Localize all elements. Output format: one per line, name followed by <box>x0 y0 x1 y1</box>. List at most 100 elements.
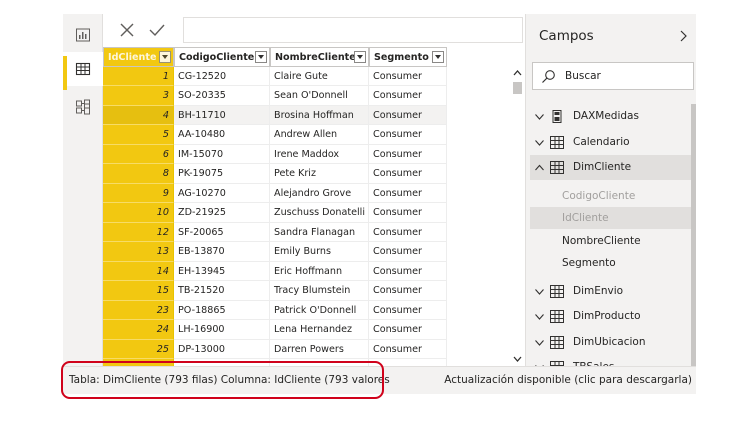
model-view-button[interactable] <box>63 90 103 124</box>
cell-nombrecliente[interactable]: Sean O'Donnell <box>270 86 369 106</box>
cell-segmento[interactable]: Consumer <box>369 320 447 340</box>
table-row[interactable]: 5 AA-10480 Andrew Allen Consumer <box>103 125 447 145</box>
column-header-idcliente[interactable]: IdCliente <box>103 47 174 67</box>
scroll-down-icon[interactable] <box>511 352 524 366</box>
chevron-down-icon[interactable] <box>534 311 545 322</box>
cell-nombrecliente[interactable]: Andrew Allen <box>270 125 369 145</box>
cell-nombrecliente[interactable]: Irene Maddox <box>270 144 369 164</box>
scroll-up-icon[interactable] <box>511 66 524 80</box>
field-item-segmento[interactable]: Segmento <box>530 252 693 274</box>
data-view-button[interactable] <box>63 52 103 90</box>
field-item-nombrecliente[interactable]: NombreCliente <box>530 230 693 252</box>
cell-idcliente[interactable]: 1 <box>103 66 174 86</box>
cell-idcliente[interactable]: 3 <box>103 86 174 106</box>
cell-segmento[interactable]: Consumer <box>369 86 447 106</box>
cell-segmento[interactable]: Consumer <box>369 339 447 359</box>
cell-segmento[interactable]: Consumer <box>369 144 447 164</box>
close-icon[interactable] <box>117 20 137 40</box>
cell-codigocliente[interactable]: AA-10480 <box>174 125 270 145</box>
report-view-button[interactable] <box>63 18 103 52</box>
cell-nombrecliente[interactable]: Claire Gute <box>270 66 369 86</box>
column-header-segmento[interactable]: Segmento <box>369 47 447 67</box>
cell-segmento[interactable]: Consumer <box>369 242 447 262</box>
cell-codigocliente[interactable]: IM-15070 <box>174 144 270 164</box>
chevron-down-icon[interactable] <box>534 111 545 122</box>
grid-scrollbar[interactable] <box>511 66 524 366</box>
cell-codigocliente[interactable]: CG-12520 <box>174 66 270 86</box>
cell-segmento[interactable]: Consumer <box>369 281 447 301</box>
cell-segmento[interactable]: Consumer <box>369 125 447 145</box>
cell-idcliente[interactable]: 23 <box>103 300 174 320</box>
cell-nombrecliente[interactable]: Darren Powers <box>270 339 369 359</box>
cell-idcliente[interactable]: 6 <box>103 144 174 164</box>
table-row[interactable]: 3 SO-20335 Sean O'Donnell Consumer <box>103 86 447 106</box>
field-item-codigocliente[interactable]: CodigoCliente <box>530 185 693 207</box>
table-row[interactable]: 6 IM-15070 Irene Maddox Consumer <box>103 144 447 164</box>
cell-nombrecliente[interactable]: Alejandro Grove <box>270 183 369 203</box>
cell-codigocliente[interactable]: ZD-21925 <box>174 203 270 223</box>
table-row[interactable]: 13 EB-13870 Emily Burns Consumer <box>103 242 447 262</box>
filter-dropdown-icon[interactable] <box>159 51 171 63</box>
table-row[interactable]: 23 PO-18865 Patrick O'Donnell Consumer <box>103 300 447 320</box>
cell-codigocliente[interactable]: DP-13000 <box>174 339 270 359</box>
cell-idcliente[interactable]: 8 <box>103 164 174 184</box>
cell-idcliente[interactable]: 5 <box>103 125 174 145</box>
cell-idcliente[interactable]: 14 <box>103 261 174 281</box>
cell-codigocliente[interactable]: TB-21520 <box>174 281 270 301</box>
cell-segmento[interactable]: Consumer <box>369 105 447 125</box>
cell-codigocliente[interactable]: SF-20065 <box>174 222 270 242</box>
column-header-codigocliente[interactable]: CodigoCliente <box>174 47 270 67</box>
table-row[interactable]: 12 SF-20065 Sandra Flanagan Consumer <box>103 222 447 242</box>
cell-codigocliente[interactable]: EB-13870 <box>174 242 270 262</box>
chevron-up-icon[interactable] <box>534 162 545 173</box>
table-row[interactable]: 9 AG-10270 Alejandro Grove Consumer <box>103 183 447 203</box>
cell-segmento[interactable]: Consumer <box>369 164 447 184</box>
cell-nombrecliente[interactable]: Pete Kriz <box>270 164 369 184</box>
table-row[interactable]: 10 ZD-21925 Zuschuss Donatelli Consumer <box>103 203 447 223</box>
filter-dropdown-icon[interactable] <box>255 51 267 63</box>
fields-table-tbsales[interactable]: TBSales <box>530 355 693 366</box>
table-row[interactable]: 4 BH-11710 Brosina Hoffman Consumer <box>103 105 447 125</box>
cell-nombrecliente[interactable]: Patrick O'Donnell <box>270 300 369 320</box>
filter-dropdown-icon[interactable] <box>432 51 444 63</box>
fields-table-daxmedidas[interactable]: DAXMedidas <box>530 104 693 129</box>
table-row[interactable]: 14 EH-13945 Eric Hoffmann Consumer <box>103 261 447 281</box>
check-icon[interactable] <box>147 20 167 40</box>
fields-table-dimcliente[interactable]: DimCliente <box>530 155 693 180</box>
cell-segmento[interactable]: Consumer <box>369 300 447 320</box>
fields-scrollbar[interactable] <box>691 104 696 366</box>
cell-segmento[interactable]: Consumer <box>369 222 447 242</box>
cell-codigocliente[interactable]: AG-10270 <box>174 183 270 203</box>
chevron-down-icon[interactable] <box>534 137 545 148</box>
update-available-link[interactable]: Actualización disponible (clic para desc… <box>444 374 692 386</box>
cell-codigocliente[interactable]: SO-20335 <box>174 86 270 106</box>
cell-idcliente[interactable]: 4 <box>103 105 174 125</box>
cell-segmento[interactable]: Consumer <box>369 203 447 223</box>
cell-idcliente[interactable]: 15 <box>103 281 174 301</box>
cell-nombrecliente[interactable]: Lena Hernandez <box>270 320 369 340</box>
filter-dropdown-icon[interactable] <box>354 51 366 63</box>
cell-idcliente[interactable]: 12 <box>103 222 174 242</box>
cell-segmento[interactable]: Consumer <box>369 66 447 86</box>
fields-table-dimubicacion[interactable]: DimUbicacion <box>530 330 693 355</box>
cell-idcliente[interactable]: 25 <box>103 339 174 359</box>
cell-idcliente[interactable]: 13 <box>103 242 174 262</box>
cell-nombrecliente[interactable]: Zuschuss Donatelli <box>270 203 369 223</box>
cell-segmento[interactable]: Consumer <box>369 183 447 203</box>
field-item-idcliente[interactable]: IdCliente <box>530 207 693 229</box>
cell-nombrecliente[interactable]: Tracy Blumstein <box>270 281 369 301</box>
chevron-down-icon[interactable] <box>534 286 545 297</box>
table-row[interactable]: 25 DP-13000 Darren Powers Consumer <box>103 339 447 359</box>
formula-bar[interactable] <box>183 17 523 43</box>
column-header-nombrecliente[interactable]: NombreCliente <box>270 47 369 67</box>
fields-search-input[interactable]: Buscar <box>532 62 694 90</box>
cell-codigocliente[interactable]: PO-18865 <box>174 300 270 320</box>
cell-idcliente[interactable]: 9 <box>103 183 174 203</box>
cell-segmento[interactable]: Consumer <box>369 261 447 281</box>
cell-idcliente[interactable]: 10 <box>103 203 174 223</box>
chevron-right-icon[interactable] <box>676 28 690 44</box>
cell-nombrecliente[interactable]: Brosina Hoffman <box>270 105 369 125</box>
cell-nombrecliente[interactable]: Eric Hoffmann <box>270 261 369 281</box>
cell-nombrecliente[interactable]: Sandra Flanagan <box>270 222 369 242</box>
table-row[interactable]: 8 PK-19075 Pete Kriz Consumer <box>103 164 447 184</box>
